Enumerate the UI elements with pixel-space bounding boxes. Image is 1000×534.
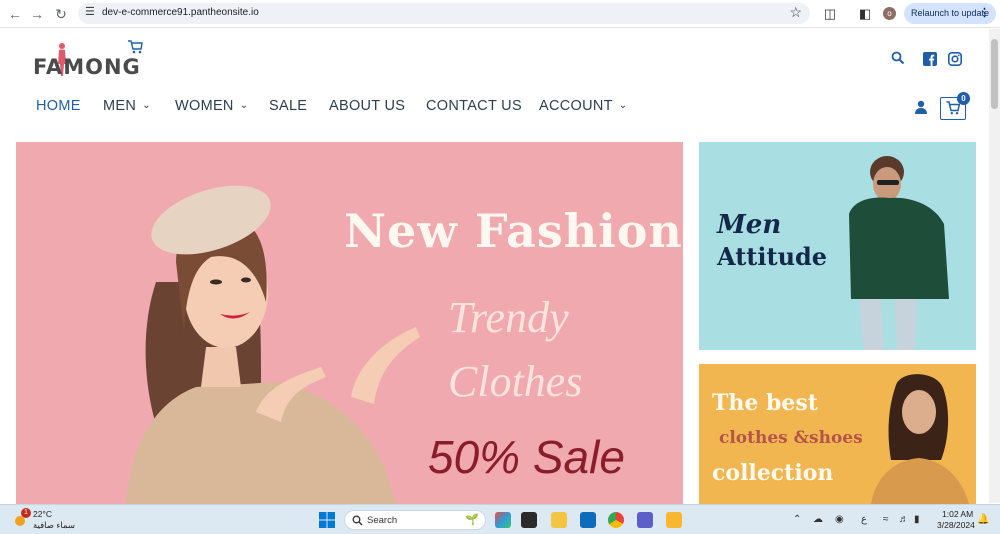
notes-app-icon[interactable] bbox=[666, 512, 682, 528]
scrollbar-thumb[interactable] bbox=[991, 39, 998, 109]
chevron-up-icon[interactable]: ⌃ bbox=[793, 514, 801, 525]
relaunch-label: Relaunch to update bbox=[911, 8, 990, 18]
search-label: Search bbox=[367, 515, 398, 526]
men-attitude-banner[interactable]: Men Attitude bbox=[699, 142, 976, 350]
men-model-image bbox=[849, 156, 949, 350]
nav-sale[interactable]: SALE bbox=[269, 98, 307, 114]
windows-start-icon[interactable] bbox=[319, 512, 335, 528]
onedrive-icon[interactable]: ☁ bbox=[813, 514, 823, 525]
windows-taskbar: 1 22°C سماء صافية Search 🌱 ⌃ ☁ ◉ ع ≈ ♬ ▮… bbox=[0, 504, 1000, 534]
reload-icon[interactable]: ↻ bbox=[52, 5, 70, 23]
input-language[interactable]: ع bbox=[861, 514, 867, 525]
collection-banner-line3: collection bbox=[712, 460, 834, 486]
chevron-down-icon: ⌄ bbox=[239, 100, 249, 111]
facebook-icon[interactable] bbox=[923, 52, 937, 66]
page-scrollbar[interactable] bbox=[989, 29, 1000, 503]
chevron-down-icon: ⌄ bbox=[142, 100, 151, 111]
extensions-icon[interactable]: ◫ bbox=[821, 5, 839, 23]
men-banner-line2: Attitude bbox=[717, 242, 828, 271]
forward-arrow-icon[interactable]: → bbox=[28, 5, 46, 23]
nav-about-us[interactable]: ABOUT US bbox=[329, 98, 405, 114]
wifi-icon[interactable]: ≈ bbox=[883, 514, 889, 525]
weather-description[interactable]: سماء صافية bbox=[33, 520, 75, 531]
hero-subtitle-line2: Clothes bbox=[448, 357, 583, 406]
file-explorer-icon[interactable] bbox=[551, 512, 567, 528]
collection-banner[interactable]: The best clothes &shoes collection bbox=[699, 364, 976, 504]
search-highlight-icon: 🌱 bbox=[465, 514, 479, 526]
back-arrow-icon[interactable]: ← bbox=[6, 5, 24, 23]
url-text[interactable]: dev-e-commerce91.pantheonsite.io bbox=[102, 7, 259, 18]
copilot-icon[interactable] bbox=[495, 512, 511, 528]
instagram-icon[interactable] bbox=[948, 52, 962, 66]
user-account-icon[interactable] bbox=[914, 100, 928, 114]
men-banner-line1: Men bbox=[717, 210, 782, 240]
browser-toolbar: ← → ↻ ☰ dev-e-commerce91.pantheonsite.io… bbox=[0, 0, 1000, 28]
volume-icon[interactable]: ♬ bbox=[899, 514, 909, 525]
clock-time[interactable]: 1:02 AM bbox=[942, 509, 973, 519]
menu-dots-icon[interactable]: ⋮ bbox=[979, 3, 990, 24]
weather-notification-badge: 1 bbox=[21, 508, 31, 518]
hero-title: New Fashion bbox=[344, 204, 683, 258]
hero-sale-text: 50% Sale bbox=[428, 431, 625, 483]
task-view-icon[interactable] bbox=[521, 512, 537, 528]
hero-subtitle-line1: Trendy bbox=[448, 293, 569, 342]
collection-banner-line1: The best bbox=[712, 390, 818, 416]
search-icon bbox=[352, 515, 363, 526]
search-icon[interactable] bbox=[891, 51, 905, 65]
bookmark-star-icon[interactable]: ☆ bbox=[789, 4, 802, 21]
shopping-cart-icon bbox=[946, 101, 960, 115]
nav-account-label: ACCOUNT bbox=[539, 98, 613, 114]
cart-count-badge: 0 bbox=[957, 92, 970, 105]
collection-banner-line2: clothes &shoes bbox=[719, 428, 863, 448]
nav-men-label: MEN bbox=[103, 98, 137, 114]
chevron-down-icon: ⌄ bbox=[618, 100, 628, 111]
weather-temperature[interactable]: 22°C bbox=[33, 509, 52, 519]
nav-men[interactable]: MEN ⌄ bbox=[103, 98, 151, 114]
logo-cart-icon bbox=[128, 40, 143, 54]
battery-icon[interactable]: ▮ bbox=[914, 514, 920, 525]
nav-women-label: WOMEN bbox=[175, 98, 234, 114]
meet-now-icon[interactable]: ◉ bbox=[835, 514, 844, 525]
logo-text: FAMONG bbox=[33, 55, 141, 79]
notification-bell-icon[interactable]: 🔔 bbox=[977, 514, 989, 525]
address-bar[interactable]: ☰ dev-e-commerce91.pantheonsite.io ☆ bbox=[78, 3, 810, 24]
relaunch-button[interactable]: Relaunch to update ⋮ bbox=[904, 3, 996, 24]
nav-contact-us[interactable]: CONTACT US bbox=[426, 98, 522, 114]
hero-banner[interactable]: New Fashion Trendy Clothes 50% Sale bbox=[16, 142, 683, 504]
nav-home[interactable]: HOME bbox=[36, 98, 81, 114]
taskbar-search[interactable]: Search 🌱 bbox=[344, 510, 486, 530]
side-panel-icon[interactable]: ◧ bbox=[856, 5, 874, 23]
nav-account[interactable]: ACCOUNT ⌄ bbox=[539, 98, 627, 114]
teams-icon[interactable] bbox=[637, 512, 653, 528]
chrome-icon[interactable] bbox=[608, 512, 624, 528]
nav-women[interactable]: WOMEN ⌄ bbox=[175, 98, 248, 114]
profile-avatar[interactable]: o bbox=[883, 7, 896, 20]
site-info-icon[interactable]: ☰ bbox=[85, 5, 95, 18]
store-icon[interactable] bbox=[580, 512, 596, 528]
site-logo[interactable]: FAMONG bbox=[33, 40, 148, 82]
clock-date[interactable]: 3/28/2024 bbox=[937, 520, 975, 530]
collection-model-image bbox=[871, 374, 969, 504]
